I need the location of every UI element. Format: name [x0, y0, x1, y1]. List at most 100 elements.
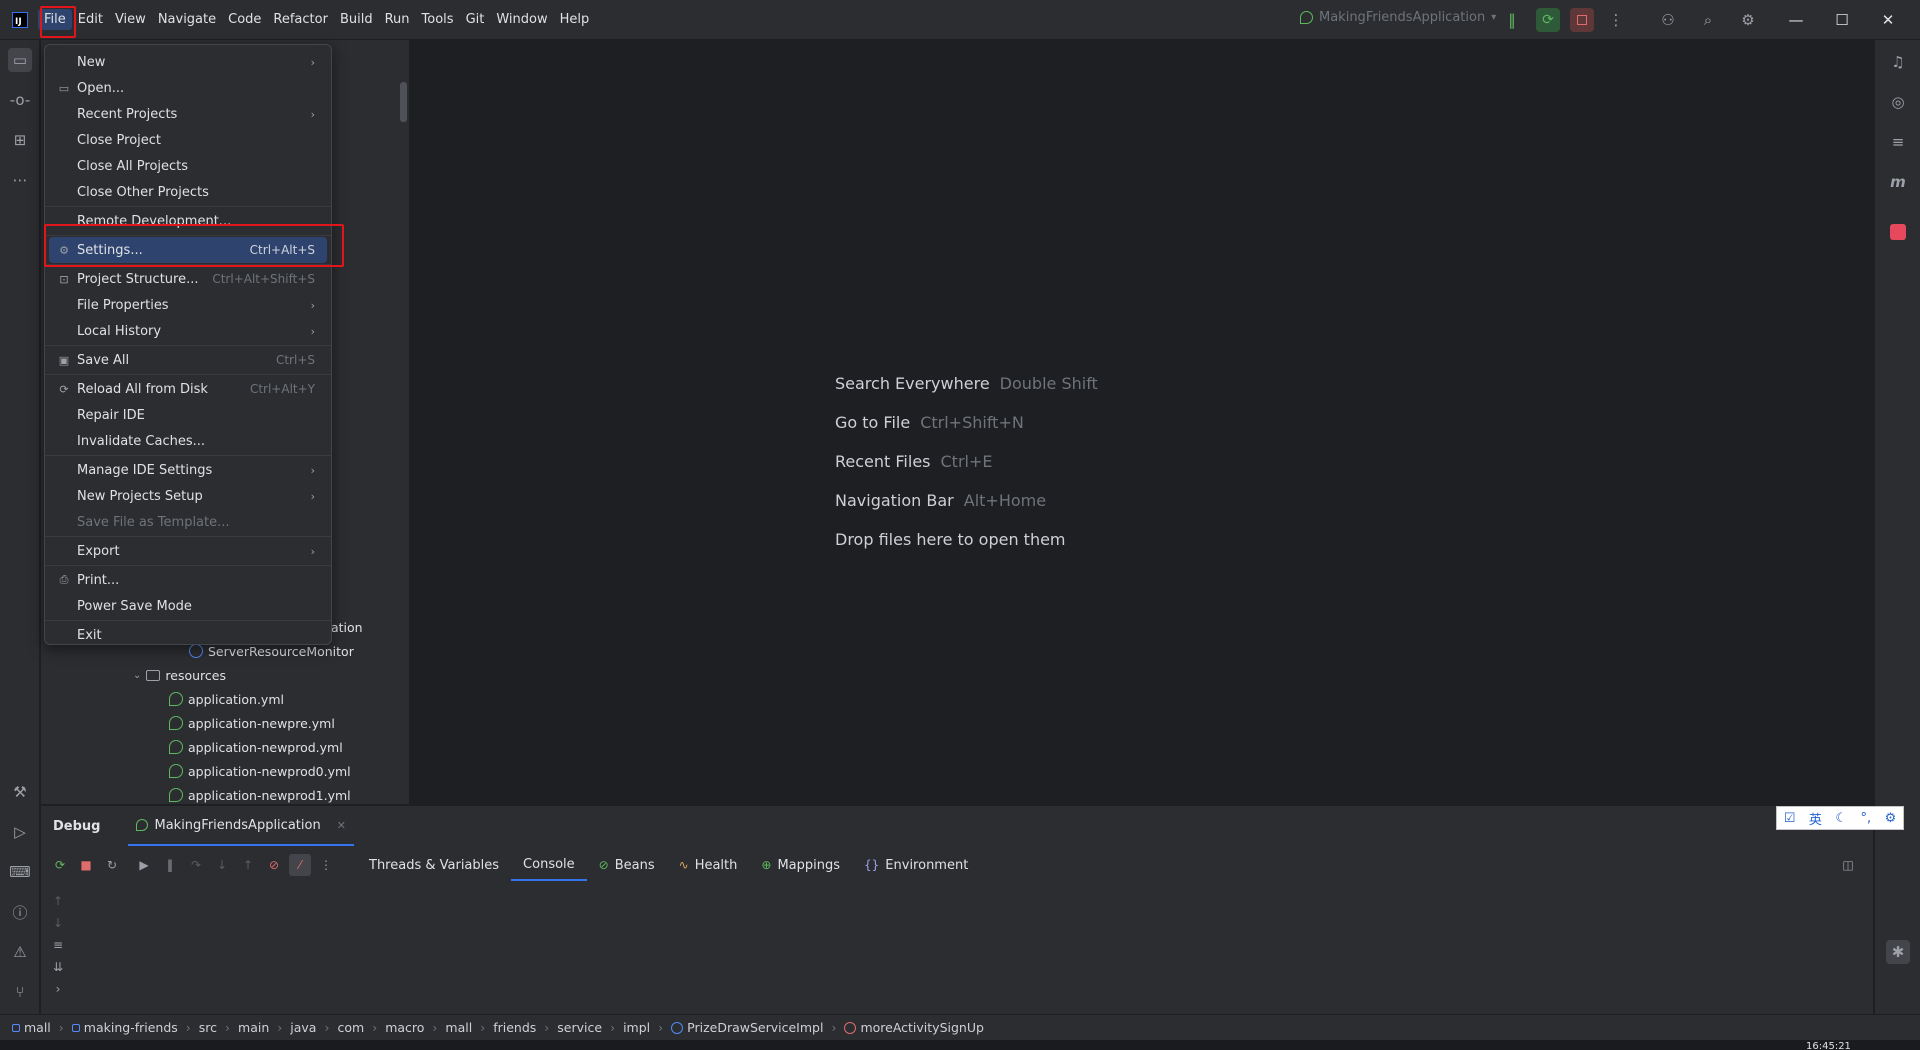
stop-button[interactable]	[1570, 8, 1594, 32]
more-options-icon[interactable]: ⋮	[315, 854, 337, 876]
tree-row-partial[interactable]: ation	[331, 615, 363, 639]
soft-wrap-icon[interactable]: ≡	[47, 934, 69, 956]
more-actions-icon[interactable]: ⋮	[1606, 10, 1626, 30]
menu-file[interactable]: File	[38, 9, 72, 30]
menu-item-power-save-mode[interactable]: Power Save Mode	[49, 593, 327, 619]
resume-icon[interactable]: ‖	[1502, 10, 1522, 30]
warning-icon[interactable]: ⚠	[8, 940, 32, 964]
menu-item-recent-projects[interactable]: Recent Projects ›	[49, 101, 327, 127]
menu-item-project-structure[interactable]: ⊡ Project Structure... Ctrl+Alt+Shift+S	[49, 266, 327, 292]
run-icon[interactable]: ▷	[8, 820, 32, 844]
git-branch-icon[interactable]: ⑂	[8, 980, 32, 1004]
breadcrumb-item[interactable]: mall	[445, 1020, 472, 1035]
ime-settings-icon[interactable]: ⚙	[1885, 811, 1897, 826]
ime-checkbox-icon[interactable]: ☑	[1784, 811, 1796, 826]
mute-breakpoints-icon[interactable]: ⁄	[289, 854, 311, 876]
restart-icon[interactable]: ↻	[101, 854, 123, 876]
menu-item-close-all-projects[interactable]: Close All Projects	[49, 153, 327, 179]
menu-item-save-all[interactable]: ▣ Save All Ctrl+S	[49, 347, 327, 373]
menu-item-new-projects-setup[interactable]: New Projects Setup ›	[49, 483, 327, 509]
menu-item-settings[interactable]: ⚙ Settings... Ctrl+Alt+S	[49, 237, 327, 263]
project-scrollbar[interactable]	[400, 82, 407, 122]
pause-icon[interactable]: ‖	[159, 854, 181, 876]
menu-tools[interactable]: Tools	[416, 9, 460, 30]
expand-icon[interactable]: ›	[47, 978, 69, 1000]
menu-edit[interactable]: Edit	[72, 9, 109, 30]
notifications-bell-icon[interactable]: ♫	[1886, 50, 1910, 74]
menu-item-reload-all-from-disk[interactable]: ⟳ Reload All from Disk Ctrl+Alt+Y	[49, 376, 327, 402]
tab-beans[interactable]: ⊘ Beans	[587, 849, 667, 881]
menu-item-close-project[interactable]: Close Project	[49, 127, 327, 153]
search-icon[interactable]: ⌕	[1698, 10, 1718, 30]
intellij-logo-icon[interactable]: IJ	[12, 11, 28, 28]
menu-item-open[interactable]: ▭ Open...	[49, 75, 327, 101]
database-icon[interactable]: ≡	[1886, 130, 1910, 154]
breadcrumb-item[interactable]: src	[199, 1020, 217, 1035]
tree-row[interactable]: application-newpre.yml	[169, 711, 335, 735]
structure-icon[interactable]: ⊞	[8, 128, 32, 152]
tree-row[interactable]: ⌄ resources	[133, 663, 226, 687]
step-into-icon[interactable]: ↓	[211, 854, 233, 876]
commit-icon[interactable]: -o-	[8, 88, 32, 112]
debug-session-tab[interactable]: MakingFriendsApplication ✕	[128, 806, 354, 846]
menu-view[interactable]: View	[109, 9, 152, 30]
settings-gear-icon[interactable]: ⚙	[1738, 10, 1758, 30]
debug-bug-icon[interactable]: ✱	[1886, 940, 1910, 964]
scroll-up-icon[interactable]: ↑	[47, 890, 69, 912]
step-over-icon[interactable]: ↷	[185, 854, 207, 876]
scroll-to-end-icon[interactable]: ⇊	[47, 956, 69, 978]
tab-environment[interactable]: {} Environment	[852, 849, 980, 881]
scroll-down-icon[interactable]: ↓	[47, 912, 69, 934]
menu-item-new[interactable]: New ›	[49, 49, 327, 75]
moon-icon[interactable]: ☾	[1835, 811, 1847, 826]
menu-item-exit[interactable]: Exit	[49, 622, 327, 648]
menu-refactor[interactable]: Refactor	[267, 9, 334, 30]
step-out-icon[interactable]: ↑	[237, 854, 259, 876]
breadcrumb-item[interactable]: mall	[12, 1020, 51, 1035]
tab-threads-variables[interactable]: Threads & Variables	[357, 849, 511, 881]
menu-navigate[interactable]: Navigate	[152, 9, 222, 30]
layout-settings-icon[interactable]: ◫	[1837, 854, 1859, 876]
run-configuration-selector[interactable]: MakingFriendsApplication ▾	[1300, 10, 1496, 25]
maven-icon[interactable]: m	[1886, 170, 1910, 194]
breadcrumb-item[interactable]: macro	[385, 1020, 424, 1035]
minimize-button[interactable]: —	[1782, 8, 1810, 32]
menu-item-close-other-projects[interactable]: Close Other Projects	[49, 179, 327, 205]
menu-help[interactable]: Help	[554, 9, 596, 30]
problems-icon[interactable]: ⓘ	[8, 900, 32, 924]
more-tools-icon[interactable]: ⋯	[8, 168, 32, 192]
menu-item-local-history[interactable]: Local History ›	[49, 318, 327, 344]
ai-assistant-icon[interactable]: ◎	[1886, 90, 1910, 114]
breadcrumb-item[interactable]: impl	[623, 1020, 650, 1035]
build-hammer-icon[interactable]: ⚒	[8, 780, 32, 804]
breadcrumb-item[interactable]: service	[557, 1020, 602, 1035]
menu-item-repair-ide[interactable]: Repair IDE	[49, 402, 327, 428]
plugin-icon[interactable]	[1886, 220, 1910, 244]
punctuation-icon[interactable]: °,	[1860, 811, 1871, 826]
tree-row[interactable]: application-newprod.yml	[169, 735, 343, 759]
maximize-button[interactable]: ☐	[1828, 8, 1856, 32]
breadcrumb-item[interactable]: making-friends	[71, 1020, 178, 1035]
add-user-icon[interactable]: ⚇	[1658, 10, 1678, 30]
menu-item-manage-ide-settings[interactable]: Manage IDE Settings ›	[49, 457, 327, 483]
menu-code[interactable]: Code	[222, 9, 267, 30]
terminal-icon[interactable]: ⌨	[8, 860, 32, 884]
tree-row[interactable]: application.yml	[169, 687, 284, 711]
tab-mappings[interactable]: ⊕ Mappings	[749, 849, 852, 881]
menu-item-export[interactable]: Export ›	[49, 538, 327, 564]
stop-icon[interactable]: ■	[75, 854, 97, 876]
menu-window[interactable]: Window	[490, 9, 553, 30]
rerun-debug-button[interactable]: ⟳	[1536, 8, 1560, 32]
project-folder-icon[interactable]: ▭	[8, 48, 32, 72]
breadcrumb-item[interactable]: moreActivitySignUp	[844, 1020, 984, 1035]
breadcrumb-item[interactable]: com	[337, 1020, 364, 1035]
menu-item-remote-development[interactable]: Remote Development...	[49, 208, 327, 234]
tree-row[interactable]: application-newprod0.yml	[169, 759, 351, 783]
rerun-icon[interactable]: ⟳	[49, 854, 71, 876]
breadcrumb-item[interactable]: friends	[493, 1020, 536, 1035]
ime-language-toggle[interactable]: 英	[1809, 809, 1822, 828]
menu-item-invalidate-caches[interactable]: Invalidate Caches...	[49, 428, 327, 454]
menu-git[interactable]: Git	[460, 9, 491, 30]
tab-health[interactable]: ∿ Health	[667, 849, 750, 881]
resume-program-icon[interactable]: ▶	[133, 854, 155, 876]
